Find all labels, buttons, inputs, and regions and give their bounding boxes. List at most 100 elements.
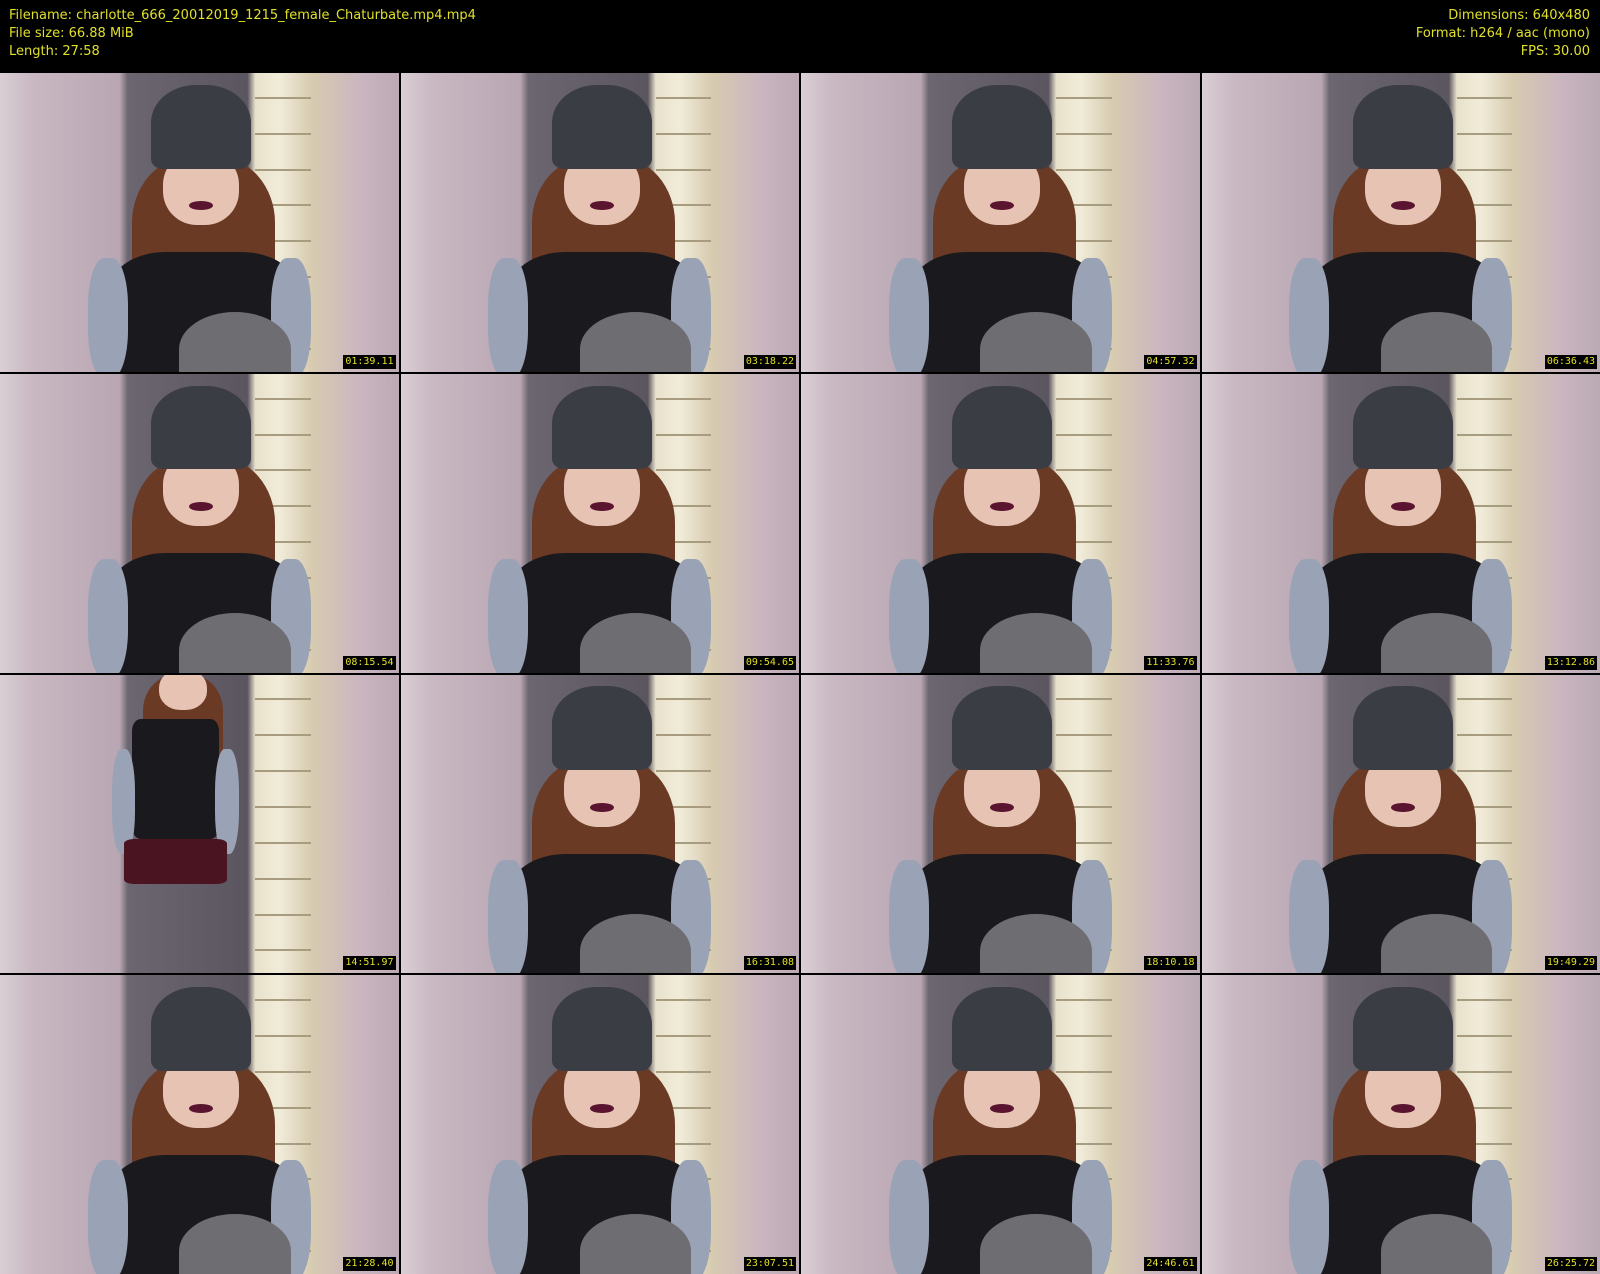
figure-hat xyxy=(551,686,652,771)
figure-arm xyxy=(888,1160,929,1274)
figure-arm xyxy=(888,558,929,673)
figure-hat xyxy=(952,686,1053,771)
video-thumbnail[interactable]: 04:57.32 xyxy=(801,73,1200,372)
figure-arm xyxy=(488,859,528,974)
figure-hat xyxy=(952,987,1053,1071)
figure-arm xyxy=(888,258,929,372)
shelf-line xyxy=(1056,433,1112,436)
figure-hat xyxy=(551,84,652,169)
video-thumbnail[interactable]: 01:39.11 xyxy=(0,73,399,372)
figure-face xyxy=(159,674,208,711)
shelf-line xyxy=(1056,1070,1112,1073)
shelf-line xyxy=(1056,168,1112,171)
figure-arm xyxy=(87,558,128,673)
figure-hat xyxy=(151,987,252,1071)
video-thumbnail[interactable]: 14:51.97 xyxy=(0,674,399,974)
figure-arm xyxy=(215,749,240,854)
shelf-line xyxy=(1456,397,1513,400)
shelf-line xyxy=(255,397,311,400)
shelf-line xyxy=(1456,96,1513,99)
timestamp-label: 04:57.32 xyxy=(1144,354,1197,369)
video-thumbnail[interactable]: 23:07.51 xyxy=(400,975,799,1274)
shelf-line xyxy=(655,168,712,171)
video-thumbnail[interactable]: 09:54.65 xyxy=(400,373,799,673)
shelf-line xyxy=(655,734,712,737)
timestamp-label: 03:18.22 xyxy=(743,354,796,369)
video-thumbnail[interactable]: 08:15.54 xyxy=(0,373,399,673)
figure-lips xyxy=(1390,1103,1415,1113)
shelf-line xyxy=(1056,698,1112,701)
file-info-left: Filename: charlotte_666_20012019_1215_fe… xyxy=(9,7,476,61)
timestamp-label: 09:54.65 xyxy=(743,655,796,670)
figure-lips xyxy=(589,502,614,512)
timestamp-label: 18:10.18 xyxy=(1144,956,1197,971)
shelf-line xyxy=(655,132,712,135)
length-label: Length: 27:58 xyxy=(9,44,100,59)
shelf-line xyxy=(255,433,311,436)
shelf-line xyxy=(1056,999,1112,1002)
timestamp-label: 21:28.40 xyxy=(343,1257,396,1271)
figure-arm xyxy=(888,859,929,974)
shelf-line xyxy=(1056,1035,1112,1037)
shelf-line xyxy=(1456,132,1513,135)
shelf-line xyxy=(655,96,712,99)
shelf-line xyxy=(1456,1035,1513,1037)
file-size-label: File size: 66.88 MiB xyxy=(9,26,134,41)
shelf-line xyxy=(255,96,311,99)
figure-hat xyxy=(551,385,652,470)
shelf-line xyxy=(1456,999,1513,1002)
filename-label: Filename: charlotte_666_20012019_1215_fe… xyxy=(9,8,476,23)
figure-lips xyxy=(1390,802,1415,812)
shelf-line xyxy=(255,469,311,472)
figure-lips xyxy=(589,802,614,812)
figure-lips xyxy=(1390,502,1415,512)
timestamp-label: 14:51.97 xyxy=(343,956,396,971)
shelf-line xyxy=(255,132,311,135)
timestamp-label: 16:31.08 xyxy=(743,956,796,971)
shelf-line xyxy=(1056,469,1112,472)
video-thumbnail[interactable]: 18:10.18 xyxy=(801,674,1200,974)
figure-hat xyxy=(1352,84,1453,169)
video-thumbnail[interactable]: 06:36.43 xyxy=(1201,73,1600,372)
fps-label: FPS: 30.00 xyxy=(1520,44,1590,59)
video-thumbnail[interactable]: 13:12.86 xyxy=(1201,373,1600,673)
video-thumbnail[interactable]: 24:46.61 xyxy=(801,975,1200,1274)
figure-lips xyxy=(990,1103,1015,1113)
figure-arm xyxy=(1289,258,1329,372)
shelf-line xyxy=(1456,734,1513,737)
file-info-right: Dimensions: 640x480 Format: h264 / aac (… xyxy=(1416,7,1590,61)
shelf-line xyxy=(1056,96,1112,99)
figure-lips xyxy=(589,1103,614,1113)
figure-hat xyxy=(952,84,1053,169)
shelf-line xyxy=(1056,397,1112,400)
video-thumbnail[interactable]: 26:25.72 xyxy=(1201,975,1600,1274)
shelf-line xyxy=(655,397,712,400)
timestamp-label: 01:39.11 xyxy=(343,354,396,369)
thumbnail-grid: 01:39.11 03:18.22 04:57.32 06:36.43 08:15.54… xyxy=(0,73,1600,1274)
shelf-line xyxy=(655,469,712,472)
info-header: Filename: charlotte_666_20012019_1215_fe… xyxy=(0,0,1600,73)
figure-arm xyxy=(87,258,128,372)
timestamp-label: 13:12.86 xyxy=(1544,655,1597,670)
shelf-line xyxy=(1456,698,1513,701)
shelf-line xyxy=(1456,770,1513,773)
shelf-line xyxy=(255,999,311,1002)
timestamp-label: 19:49.29 xyxy=(1544,956,1597,971)
video-thumbnail[interactable]: 03:18.22 xyxy=(400,73,799,372)
shelf-line xyxy=(255,734,311,737)
figure-hat xyxy=(151,385,252,470)
figure-arm xyxy=(488,258,528,372)
figure-lips xyxy=(990,802,1015,812)
video-thumbnail[interactable]: 19:49.29 xyxy=(1201,674,1600,974)
video-thumbnail[interactable]: 11:33.76 xyxy=(801,373,1200,673)
video-thumbnail[interactable]: 16:31.08 xyxy=(400,674,799,974)
figure-arm xyxy=(488,1160,528,1274)
shelf-line xyxy=(255,949,311,952)
video-thumbnail[interactable]: 21:28.40 xyxy=(0,975,399,1274)
shelf-line xyxy=(255,698,311,701)
shelf-line xyxy=(1456,168,1513,171)
figure-hat xyxy=(551,987,652,1071)
figure-hat xyxy=(1352,385,1453,470)
shelf-line xyxy=(255,805,311,808)
figure-body xyxy=(131,719,220,839)
